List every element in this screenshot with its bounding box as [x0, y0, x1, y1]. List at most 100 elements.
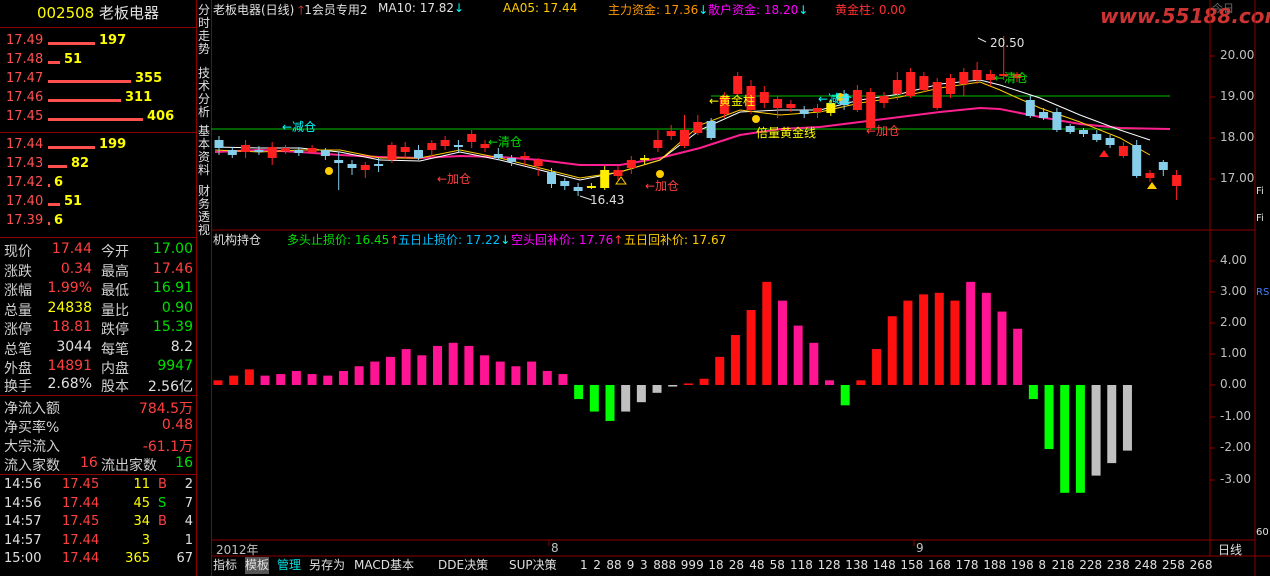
chart-canvas: [211, 0, 1270, 576]
right-strip-item[interactable]: RS: [1256, 287, 1270, 298]
period-label[interactable]: 日线: [1218, 541, 1242, 558]
toolbar-button[interactable]: 3: [640, 557, 648, 574]
holding-bar: [856, 380, 866, 385]
sub-axis-label: -3.00: [1220, 472, 1252, 486]
toolbar-button[interactable]: 另存为: [309, 557, 345, 574]
toolbar-button[interactable]: 168: [928, 557, 951, 574]
candle-body: [773, 99, 783, 108]
toolbar-button[interactable]: 8: [1038, 557, 1046, 574]
candle-body: [320, 150, 330, 156]
up-arrow-icon: [1147, 182, 1157, 189]
toolbar-button[interactable]: 1: [580, 557, 588, 574]
sub-axis-label: -2.00: [1220, 440, 1252, 454]
holding-bar: [1075, 385, 1085, 493]
toolbar-button[interactable]: 188: [983, 557, 1006, 574]
holding-bar: [464, 345, 474, 385]
holding-bar: [919, 294, 929, 385]
holding-bar: [574, 385, 584, 400]
holding-bar: [1013, 328, 1023, 385]
holding-bar: [621, 385, 631, 412]
holding-bar: [1122, 385, 1132, 451]
holding-bar: [699, 378, 709, 385]
add-label-2: ←加仓: [645, 179, 680, 193]
toolbar-button[interactable]: 268: [1190, 557, 1213, 574]
candle-body: [1025, 100, 1035, 116]
holding-bar: [229, 375, 239, 385]
candle-body: [414, 150, 423, 158]
candle-body: [959, 72, 969, 84]
holding-bar: [605, 385, 615, 421]
toolbar-button[interactable]: DDE决策: [438, 557, 488, 574]
holding-bar: [1107, 385, 1117, 464]
candle-body: [507, 158, 517, 162]
long-stop-text: 多头止损价: 16.45: [287, 233, 390, 247]
toolbar-button[interactable]: 18: [708, 557, 723, 574]
holding-bar: [307, 374, 317, 385]
toolbar-button[interactable]: 管理: [277, 557, 301, 574]
right-strip-item[interactable]: Fi: [1256, 213, 1270, 224]
toolbar-button[interactable]: 248: [1134, 557, 1157, 574]
holding-bar: [668, 385, 678, 387]
short-cover-price: 空头回补价: 17.76↑: [511, 233, 624, 247]
toolbar-button[interactable]: 148: [873, 557, 896, 574]
toolbar-button[interactable]: 138: [845, 557, 868, 574]
toolbar-button[interactable]: 258: [1162, 557, 1185, 574]
candle-body: [799, 110, 809, 114]
toolbar-button[interactable]: 198: [1011, 557, 1034, 574]
toolbar-button[interactable]: MACD基本: [354, 557, 414, 574]
holding-bar: [589, 385, 599, 412]
holding-bar: [276, 374, 286, 385]
candle-body: [227, 150, 237, 155]
toolbar-button[interactable]: 2: [593, 557, 601, 574]
toolbar-button[interactable]: 58: [770, 557, 785, 574]
candle-body: [1172, 175, 1182, 186]
toolbar-button[interactable]: 28: [729, 557, 744, 574]
candle-body: [879, 96, 889, 103]
high-label: 20.50: [990, 36, 1025, 50]
holding-bar: [652, 385, 662, 393]
toolbar-button[interactable]: 指标: [213, 557, 237, 574]
holding-bar: [1028, 385, 1038, 400]
candle-body: [533, 160, 543, 166]
candle-body: [347, 164, 357, 168]
candle-body: [932, 82, 942, 108]
toolbar-button[interactable]: 178: [956, 557, 979, 574]
candle-body: [307, 148, 317, 152]
date-month-9: 9: [916, 541, 924, 555]
toolbar-button[interactable]: 218: [1052, 557, 1075, 574]
date-month-8: 8: [551, 541, 559, 555]
toolbar-button[interactable]: 128: [818, 557, 841, 574]
hand-icon: [752, 115, 760, 123]
candle-body: [613, 170, 623, 176]
holding-bar: [291, 370, 301, 385]
toolbar-button[interactable]: 888: [653, 557, 676, 574]
candle-body: [972, 70, 982, 80]
candle-body: [1092, 134, 1102, 140]
holding-bar: [762, 281, 772, 385]
price-axis-label: 20.00: [1220, 48, 1255, 62]
candle-body: [1079, 130, 1088, 134]
right-strip-item[interactable]: Fi: [1256, 186, 1270, 197]
toolbar-button[interactable]: SUP决策: [509, 557, 557, 574]
holding-bar: [950, 300, 960, 385]
holding-bar: [448, 342, 458, 385]
holding-bar: [401, 349, 411, 385]
candle-body: [281, 148, 290, 151]
toolbar-button[interactable]: 158: [900, 557, 923, 574]
sub-chart-title[interactable]: 机构持仓: [213, 231, 261, 248]
holding-bar: [527, 361, 537, 385]
toolbar-button[interactable]: 9: [627, 557, 635, 574]
toolbar-button[interactable]: 88: [606, 557, 621, 574]
toolbar-button[interactable]: 999: [681, 557, 704, 574]
toolbar-button[interactable]: 238: [1107, 557, 1130, 574]
candle-body: [1132, 145, 1142, 176]
candle-body: [1158, 162, 1168, 170]
holding-bar: [244, 369, 254, 385]
toolbar-button[interactable]: 228: [1079, 557, 1102, 574]
holding-bar: [746, 310, 756, 385]
toolbar-button[interactable]: 48: [749, 557, 764, 574]
right-strip-item[interactable]: 60: [1256, 527, 1270, 538]
candle-body: [586, 186, 596, 188]
toolbar-button[interactable]: 模板: [245, 557, 270, 574]
toolbar-button[interactable]: 118: [790, 557, 813, 574]
